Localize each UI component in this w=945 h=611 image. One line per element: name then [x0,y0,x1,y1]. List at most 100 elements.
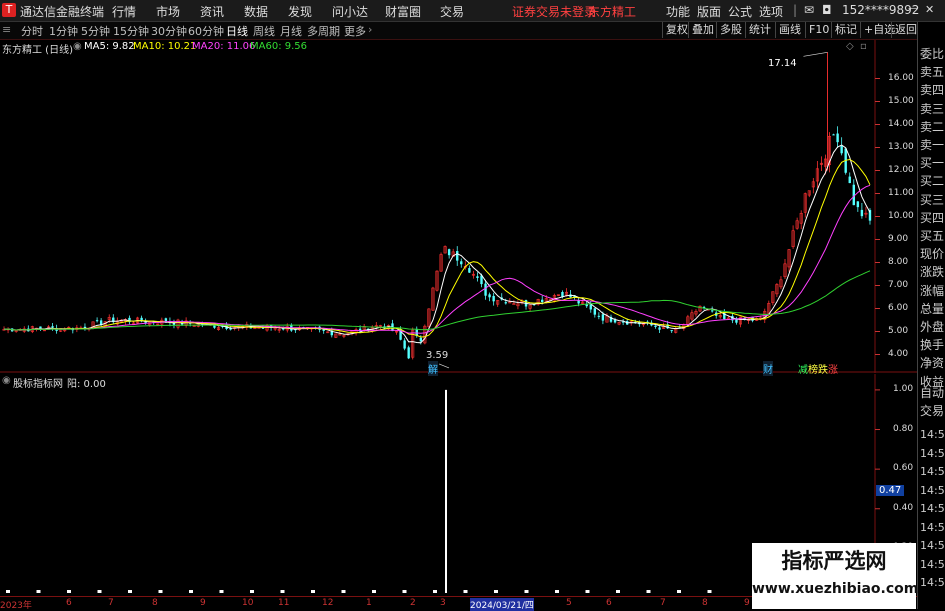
indicator-baseline-mark [219,590,224,593]
period-weekly[interactable]: 周线 [253,23,275,39]
minimize-icon[interactable]: — [908,3,918,14]
period-multi[interactable]: 多周期 [307,23,340,39]
period-60min[interactable]: 60分钟 [188,23,224,39]
quote-label[interactable]: 总量 [920,300,944,317]
indicator-baseline-mark [555,590,559,593]
menu-banmian[interactable]: 版面 [697,3,721,20]
trade-time: 14:56 [920,428,945,441]
watermark: 指标严选网 www.xuezhibiao.com [752,543,919,609]
ma20-label: MA20: 11.06 [192,41,256,52]
y-tick-label: 9.00 [888,233,909,244]
quote-label[interactable]: 买三 [920,191,944,208]
menu-faxian[interactable]: 发现 [288,3,312,20]
close-icon[interactable]: ✕ [925,3,934,16]
quote-label[interactable]: 买五 [920,227,944,244]
ma5-label: MA5: 9.82 [84,41,135,52]
quote-label[interactable]: 卖三 [920,100,944,117]
btn-biaoji[interactable]: 标记 [831,22,860,38]
period-30min[interactable]: 30分钟 [151,23,187,39]
quote-label[interactable]: 换手 [920,336,944,353]
indicator-baseline-mark [250,590,254,593]
btn-fuquan[interactable]: 复权 [662,22,691,38]
btn-fanhui[interactable]: 返回 [891,22,920,38]
quote-label[interactable]: 净资 [920,354,944,371]
candle-body [654,325,657,327]
candle-body [419,337,423,342]
quote-label[interactable]: 外盘 [920,318,944,335]
period-15min[interactable]: 15分钟 [113,23,149,39]
period-monthly[interactable]: 月线 [280,23,302,39]
date-label: 12 [322,598,334,608]
btn-tongji[interactable]: 统计 [745,22,774,38]
date-label: 7 [108,598,114,608]
chevron-right-icon[interactable]: › [368,23,372,36]
quote-label[interactable]: 现价 [920,245,944,262]
trade-status[interactable]: 证券交易未登录 [512,3,596,20]
diamond-icon[interactable]: ◇ [846,41,854,52]
auto-trade-label[interactable]: 交易 [920,402,944,419]
indicator-baseline-mark [341,590,346,593]
candle-body [832,134,835,136]
candle-body [51,326,54,328]
indicator-settings-icon[interactable]: ◉ [2,375,11,386]
quote-label[interactable]: 买四 [920,209,944,226]
title-bar: T 通达信金融终端 行情 市场 资讯 数据 发现 问小达 财富圈 交易 证券交易… [0,0,945,22]
y-tick-label: 15.00 [888,95,914,106]
menu-gongneng[interactable]: 功能 [666,3,690,20]
indicator-baseline-mark [677,590,681,593]
indicator-baseline-mark [6,590,10,593]
trade-time: 14:56 [920,557,945,571]
period-fenshi[interactable]: 分时 [21,23,43,39]
quote-label[interactable]: 涨跌 [920,263,944,280]
mail-icon[interactable]: ✉ [804,3,814,17]
trade-time: 14:56 [920,576,945,589]
menu-jiaoyi[interactable]: 交易 [440,3,464,20]
candle-body [95,320,99,322]
collapse-icon[interactable]: ▫ [860,41,867,52]
btn-huaxian[interactable]: 画线 [775,22,804,38]
quote-label[interactable]: 涨幅 [920,282,944,299]
quote-label[interactable]: 买一 [920,154,944,171]
quote-label[interactable]: 卖五 [920,63,944,80]
btn-diejia[interactable]: 叠加 [688,22,717,38]
candle-body [597,315,601,317]
lock-icon[interactable]: ◘ [822,3,832,17]
sub-y-tick-label: 0.40 [893,502,914,513]
menu-gongshi[interactable]: 公式 [728,3,752,20]
auto-trade-label[interactable]: 自动 [920,384,944,401]
menu-hangqing[interactable]: 行情 [112,3,136,20]
period-5min[interactable]: 5分钟 [81,23,110,39]
candle-body [447,249,451,256]
btn-duogu[interactable]: 多股 [716,22,745,38]
date-label: 10 [242,598,254,608]
kline-chart[interactable] [0,40,917,373]
menu-toggle-icon[interactable]: ≡ [2,23,11,36]
quote-label[interactable]: 买二 [920,172,944,189]
quote-label[interactable]: 委比 [920,45,944,62]
period-more[interactable]: 更多 [344,23,366,39]
menu-shuju[interactable]: 数据 [244,3,268,20]
quote-label[interactable]: 卖二 [920,118,944,135]
ma-settings-icon[interactable]: ◉ [73,41,82,52]
y-tick-label: 16.00 [888,72,914,83]
date-label: 6 [66,598,72,608]
menu-xuanxiang[interactable]: 选项 [759,3,783,20]
y-tick-label: 13.00 [888,141,914,152]
indicator-baseline-mark [463,590,468,593]
watermark-url: www.xuezhibiao.com [752,581,919,597]
quote-label[interactable]: 卖一 [920,136,944,153]
period-1min[interactable]: 1分钟 [49,23,78,39]
candle-body [504,302,507,304]
menu-wenxiaoda[interactable]: 问小达 [332,3,368,20]
btn-f10[interactable]: F10 [805,22,832,38]
candle-body [484,283,487,296]
quote-label[interactable]: 卖四 [920,81,944,98]
candle-body [670,330,673,332]
menu-zixun[interactable]: 资讯 [200,3,224,20]
period-daily[interactable]: 日线 [226,23,248,39]
menu-shichang[interactable]: 市场 [156,3,180,20]
indicator-baseline-mark [433,590,437,593]
indicator-baseline-mark [372,590,376,593]
menu-caifuquan[interactable]: 财富圈 [385,3,421,20]
indicator-baseline-mark [128,590,132,593]
